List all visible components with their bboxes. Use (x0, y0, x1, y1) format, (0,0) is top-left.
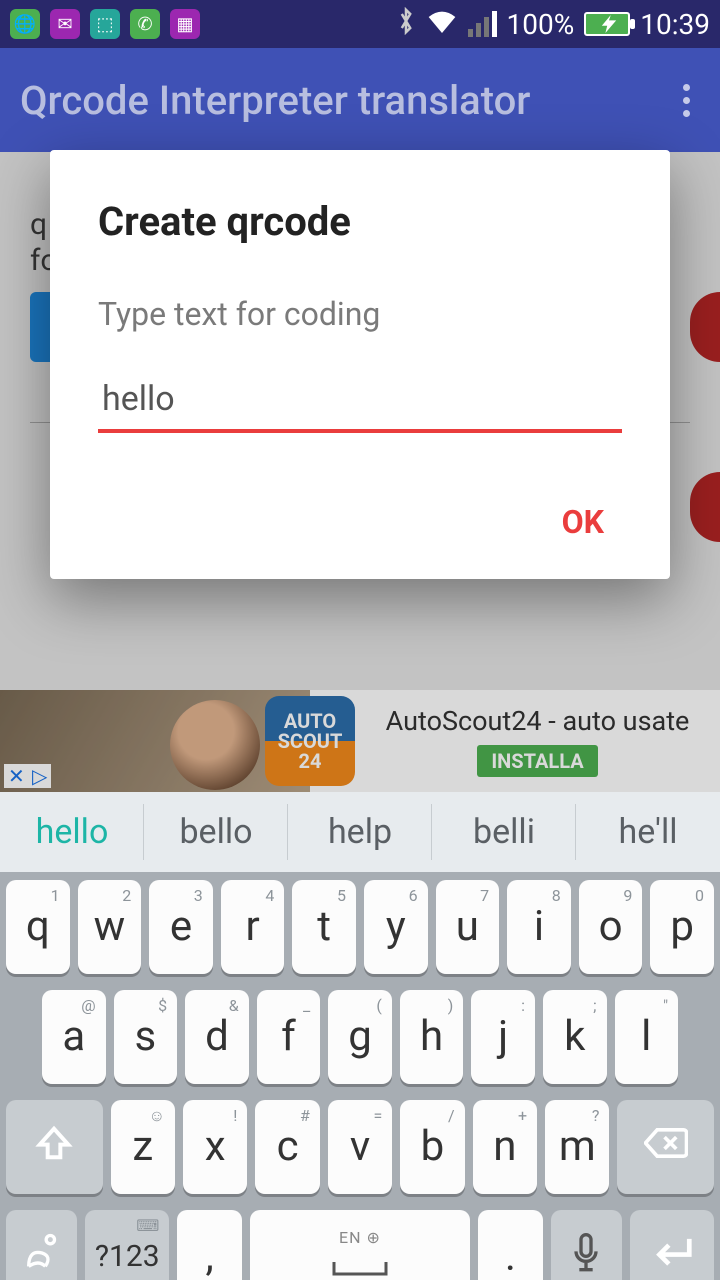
key-g[interactable]: (g (328, 990, 392, 1084)
backspace-key[interactable] (617, 1100, 714, 1194)
status-system-icons: 100% 10:39 (396, 7, 710, 42)
backspace-icon (644, 1126, 688, 1168)
key-i[interactable]: 8i (507, 880, 571, 974)
notif-icon-3: ⬚ (90, 9, 120, 39)
ad-close-icon[interactable]: ✕ (4, 764, 29, 788)
notif-icon-1: 🌐 (10, 9, 40, 39)
ad-title: AutoScout24 - auto usate (386, 705, 690, 737)
suggestion-3[interactable]: help (288, 792, 432, 872)
swipe-settings-key[interactable] (6, 1210, 77, 1280)
ok-button[interactable]: OK (544, 493, 622, 551)
key-l[interactable]: "l (615, 990, 679, 1084)
suggestion-bar: hello bello help belli he'll (0, 792, 720, 872)
key-k[interactable]: ;k (543, 990, 607, 1084)
suggestion-5[interactable]: he'll (576, 792, 720, 872)
key-m[interactable]: ?m (545, 1100, 609, 1194)
enter-icon (650, 1235, 694, 1279)
ad-image: ✕ ▷ (0, 690, 310, 792)
key-w[interactable]: 2w (78, 880, 142, 974)
notif-icon-4: ✆ (130, 9, 160, 39)
key-j[interactable]: :j (471, 990, 535, 1084)
shift-icon (35, 1124, 73, 1170)
key-r[interactable]: 4r (221, 880, 285, 974)
signal-icon (468, 11, 497, 37)
key-x[interactable]: !x (183, 1100, 247, 1194)
app-title: Qrcode Interpreter translator (20, 77, 530, 124)
key-p[interactable]: 0p (650, 880, 714, 974)
space-key[interactable]: EN ⊕ (250, 1210, 470, 1280)
battery-pct: 100% (507, 8, 575, 41)
dialog-label: Type text for coding (98, 295, 622, 333)
create-qrcode-dialog: Create qrcode Type text for coding OK (50, 150, 670, 579)
battery-icon (584, 12, 630, 36)
shift-key[interactable] (6, 1100, 103, 1194)
soft-keyboard: hello bello help belli he'll 1q2w3e4r5t6… (0, 792, 720, 1280)
key-h[interactable]: )h (400, 990, 464, 1084)
key-y[interactable]: 6y (364, 880, 428, 974)
space-bar-icon (330, 1252, 390, 1280)
key-u[interactable]: 7u (436, 880, 500, 974)
status-bar: 🌐 ✉ ⬚ ✆ ▦ 100% 10:39 (0, 0, 720, 48)
ad-install-button[interactable]: INSTALLA (477, 745, 597, 777)
key-c[interactable]: #c (255, 1100, 319, 1194)
dialog-title: Create qrcode (98, 198, 622, 245)
notif-icon-5: ▦ (170, 9, 200, 39)
numeric-key[interactable]: ⌨ ?123 (85, 1210, 169, 1280)
key-row-1: 1q2w3e4r5t6y7u8i9o0p (0, 872, 720, 982)
key-b[interactable]: /b (400, 1100, 464, 1194)
comma-key[interactable]: , (177, 1210, 242, 1280)
swipe-icon (22, 1233, 62, 1280)
key-q[interactable]: 1q (6, 880, 70, 974)
app-bar: Qrcode Interpreter translator (0, 48, 720, 152)
background-fab-1 (690, 292, 720, 362)
bluetooth-icon (396, 7, 416, 42)
overflow-menu-button[interactable] (673, 74, 700, 127)
background-fab-2 (690, 472, 720, 542)
clock: 10:39 (640, 8, 710, 41)
period-key[interactable]: . (478, 1210, 543, 1280)
ad-app-logo: AUTO SCOUT 24 (265, 696, 355, 786)
ad-choices-icon[interactable]: ▷ (28, 764, 51, 788)
key-t[interactable]: 5t (292, 880, 356, 974)
key-row-4: ⌨ ?123 , EN ⊕ . (0, 1202, 720, 1280)
ad-banner[interactable]: ✕ ▷ AUTO SCOUT 24 AutoScout24 - auto usa… (0, 690, 720, 792)
qrcode-text-input[interactable] (98, 373, 622, 433)
enter-key[interactable] (630, 1210, 714, 1280)
key-d[interactable]: &d (185, 990, 249, 1084)
key-a[interactable]: @a (42, 990, 106, 1084)
voice-input-key[interactable] (551, 1210, 622, 1280)
suggestion-1[interactable]: hello (0, 792, 144, 872)
key-row-2: @a$s&d_f(g)h:j;k"l (0, 982, 720, 1092)
suggestion-2[interactable]: bello (144, 792, 288, 872)
key-n[interactable]: +n (473, 1100, 537, 1194)
key-f[interactable]: _f (257, 990, 321, 1084)
key-e[interactable]: 3e (149, 880, 213, 974)
key-o[interactable]: 9o (579, 880, 643, 974)
microphone-icon (571, 1233, 601, 1280)
key-row-3: ☺z!x#c=v/b+n?m (0, 1092, 720, 1202)
key-v[interactable]: =v (328, 1100, 392, 1194)
status-notification-icons: 🌐 ✉ ⬚ ✆ ▦ (10, 9, 200, 39)
key-s[interactable]: $s (114, 990, 178, 1084)
notif-icon-2: ✉ (50, 9, 80, 39)
suggestion-4[interactable]: belli (432, 792, 576, 872)
key-z[interactable]: ☺z (111, 1100, 175, 1194)
wifi-icon (426, 8, 458, 41)
